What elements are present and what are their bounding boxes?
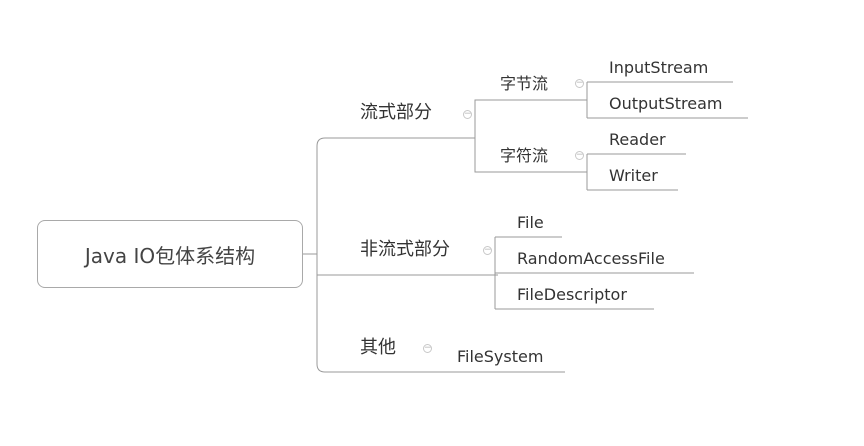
root-label: Java IO包体系结构	[84, 243, 256, 268]
leaf-outputstream[interactable]: OutputStream	[609, 93, 722, 115]
branch-stream-label[interactable]: 流式部分	[360, 102, 432, 124]
stream-split	[453, 99, 565, 139]
collapse-byte-icon[interactable]: −	[575, 79, 584, 88]
branch-nonstream-label[interactable]: 非流式部分	[360, 239, 450, 261]
leaf-file[interactable]: File	[517, 212, 544, 234]
collapse-nonstream-icon[interactable]: −	[483, 246, 492, 255]
leaf-reader[interactable]: Reader	[609, 129, 666, 151]
leaf-inputstream[interactable]: InputStream	[609, 57, 708, 79]
trunk-upper	[316, 137, 453, 254]
leaf-filedescriptor[interactable]: FileDescriptor	[517, 284, 627, 306]
collapse-char-icon[interactable]: −	[575, 151, 584, 160]
leaf-filesystem[interactable]: FileSystem	[457, 346, 543, 368]
root-node[interactable]: Java IO包体系结构	[37, 220, 303, 288]
byte-stream-label[interactable]: 字节流	[500, 73, 548, 95]
collapse-stream-icon[interactable]: −	[463, 110, 472, 119]
leaf-randomaccessfile[interactable]: RandomAccessFile	[517, 248, 665, 270]
leaf-writer[interactable]: Writer	[609, 165, 658, 187]
branch-other-label[interactable]: 其他	[360, 337, 396, 359]
char-stream-label[interactable]: 字符流	[500, 145, 548, 167]
collapse-other-icon[interactable]: −	[423, 344, 432, 353]
